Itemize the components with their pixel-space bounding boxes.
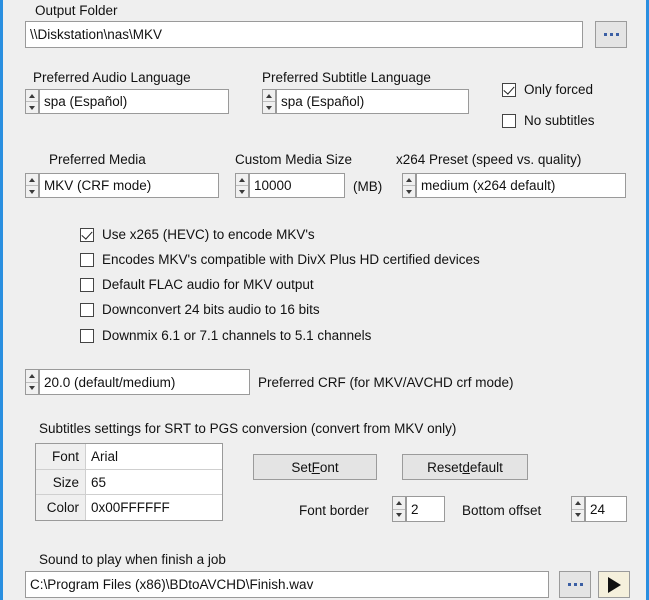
x264-preset-label: x264 Preset (speed vs. quality) <box>396 152 582 167</box>
size-row-key: Size <box>36 469 85 495</box>
font-border-spin-up[interactable] <box>393 497 405 510</box>
table-row[interactable]: Font Arial <box>36 444 222 470</box>
subtitle-language-spin-down[interactable] <box>263 102 275 113</box>
reset-default-label-post: efault <box>469 459 503 475</box>
no-subtitles-checkbox[interactable] <box>502 113 516 128</box>
default-flac-label: Default FLAC audio for MKV output <box>102 277 314 292</box>
font-border-spin-down[interactable] <box>393 509 405 521</box>
divx-plus-hd-label: Encodes MKV's compatible with DivX Plus … <box>102 252 480 267</box>
sound-label: Sound to play when finish a job <box>39 552 226 567</box>
size-row-value[interactable]: 65 <box>85 469 222 495</box>
x264-preset-spin-down[interactable] <box>403 186 415 197</box>
sound-path-input[interactable]: C:\Program Files (x86)\BDtoAVCHD\Finish.… <box>25 571 549 598</box>
audio-language-spinner[interactable] <box>25 89 39 114</box>
font-border-spinner[interactable] <box>392 496 406 522</box>
ellipsis-icon <box>567 583 583 586</box>
preferred-audio-language-label: Preferred Audio Language <box>33 70 191 85</box>
set-font-label-accel: F <box>311 459 320 475</box>
font-row-value[interactable]: Arial <box>85 444 222 469</box>
sound-browse-button[interactable] <box>559 571 591 598</box>
only-forced-checkbox-row[interactable]: Only forced <box>502 82 593 97</box>
crf-spin-down[interactable] <box>26 382 38 394</box>
crf-spinner[interactable] <box>25 369 39 395</box>
downconvert-24bit-checkbox-row[interactable]: Downconvert 24 bits audio to 16 bits <box>80 302 320 317</box>
subtitle-language-input[interactable]: spa (Español) <box>276 89 469 114</box>
audio-language-input[interactable]: spa (Español) <box>39 89 229 114</box>
ellipsis-icon <box>603 33 619 36</box>
no-subtitles-label: No subtitles <box>524 113 595 128</box>
default-flac-checkbox-row[interactable]: Default FLAC audio for MKV output <box>80 277 314 292</box>
custom-media-size-spin-down[interactable] <box>236 186 248 197</box>
custom-media-size-label: Custom Media Size <box>235 152 353 167</box>
downmix-channels-label: Downmix 6.1 or 7.1 channels to 5.1 chann… <box>102 328 372 343</box>
preferred-media-spin-up[interactable] <box>26 174 38 186</box>
custom-media-size-unit: (MB) <box>353 179 383 194</box>
divx-plus-hd-checkbox-row[interactable]: Encodes MKV's compatible with DivX Plus … <box>80 252 480 267</box>
preferred-media-label: Preferred Media <box>49 152 146 167</box>
custom-media-size-spinner[interactable] <box>235 173 249 198</box>
set-font-label-pre: Set <box>291 459 312 475</box>
no-subtitles-checkbox-row[interactable]: No subtitles <box>502 113 595 128</box>
audio-language-spin-down[interactable] <box>26 102 38 113</box>
font-border-input[interactable]: 2 <box>406 496 445 522</box>
use-x265-label: Use x265 (HEVC) to encode MKV's <box>102 227 315 242</box>
reset-default-label-pre: Reset <box>427 459 463 475</box>
color-row-value[interactable]: 0x00FFFFFF <box>85 495 222 521</box>
downconvert-24bit-label: Downconvert 24 bits audio to 16 bits <box>102 302 320 317</box>
audio-language-spin-up[interactable] <box>26 90 38 102</box>
settings-panel: Output Folder \\Diskstation\nas\MKV Pref… <box>0 0 649 600</box>
custom-media-size-input[interactable]: 10000 <box>249 173 345 198</box>
play-triangle-icon <box>607 576 621 593</box>
bottom-offset-input[interactable]: 24 <box>585 496 627 522</box>
crf-spin-up[interactable] <box>26 370 38 383</box>
preferred-subtitle-language-label: Preferred Subtitle Language <box>262 70 431 85</box>
preferred-media-input[interactable]: MKV (CRF mode) <box>39 173 219 198</box>
downconvert-24bit-checkbox[interactable] <box>80 302 94 317</box>
bottom-offset-spin-down[interactable] <box>572 509 584 521</box>
set-font-button[interactable]: Set Font <box>253 454 377 480</box>
output-folder-input[interactable]: \\Diskstation\nas\MKV <box>25 21 583 48</box>
table-row[interactable]: Color 0x00FFFFFF <box>36 495 222 521</box>
reset-default-label-accel: d <box>462 459 470 475</box>
output-folder-browse-button[interactable] <box>595 21 627 48</box>
only-forced-checkbox[interactable] <box>502 82 516 97</box>
color-row-key: Color <box>36 495 85 521</box>
set-font-label-post: ont <box>319 459 339 475</box>
use-x265-checkbox[interactable] <box>80 227 94 242</box>
font-row-key: Font <box>36 444 85 469</box>
downmix-channels-checkbox-row[interactable]: Downmix 6.1 or 7.1 channels to 5.1 chann… <box>80 328 371 343</box>
crf-input[interactable]: 20.0 (default/medium) <box>39 369 250 395</box>
x264-preset-spinner[interactable] <box>402 173 416 198</box>
font-border-label: Font border <box>299 503 369 518</box>
reset-default-button[interactable]: Reset d efault <box>402 454 528 480</box>
subtitle-language-spin-up[interactable] <box>263 90 275 102</box>
subtitle-language-spinner[interactable] <box>262 89 276 114</box>
table-row[interactable]: Size 65 <box>36 469 222 496</box>
x264-preset-spin-up[interactable] <box>403 174 415 186</box>
preferred-media-spinner[interactable] <box>25 173 39 198</box>
crf-label: Preferred CRF (for MKV/AVCHD crf mode) <box>258 375 514 390</box>
bottom-offset-label: Bottom offset <box>462 503 542 518</box>
custom-media-size-spin-up[interactable] <box>236 174 248 186</box>
divx-plus-hd-checkbox[interactable] <box>80 252 94 267</box>
downmix-channels-checkbox[interactable] <box>80 328 94 343</box>
preferred-media-spin-down[interactable] <box>26 186 38 197</box>
sound-play-button[interactable] <box>598 571 630 598</box>
only-forced-label: Only forced <box>524 82 594 97</box>
bottom-offset-spin-up[interactable] <box>572 497 584 510</box>
bottom-offset-spinner[interactable] <box>571 496 585 522</box>
default-flac-checkbox[interactable] <box>80 277 94 292</box>
x264-preset-input[interactable]: medium (x264 default) <box>416 173 626 198</box>
subtitles-section-title: Subtitles settings for SRT to PGS conver… <box>39 421 457 436</box>
subtitle-font-table: Font Arial Size 65 Color 0x00FFFFFF <box>35 443 223 521</box>
output-folder-label: Output Folder <box>35 3 118 18</box>
use-x265-checkbox-row[interactable]: Use x265 (HEVC) to encode MKV's <box>80 227 315 242</box>
